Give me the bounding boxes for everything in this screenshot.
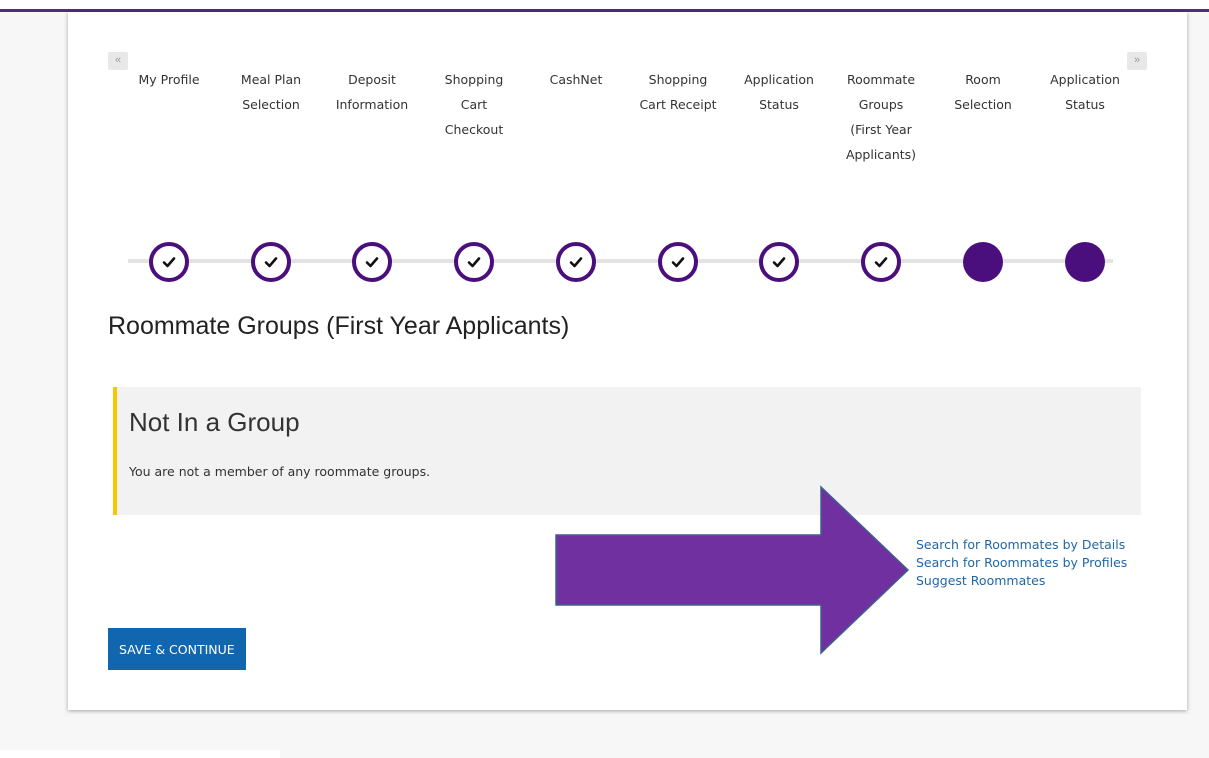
progress-step-label: Room Selection xyxy=(954,72,1012,112)
step-complete-indicator[interactable] xyxy=(556,242,596,282)
bottom-strip xyxy=(0,750,280,758)
step-complete-indicator[interactable] xyxy=(352,242,392,282)
page-title: Roommate Groups (First Year Applicants) xyxy=(108,312,570,340)
step-complete-indicator[interactable] xyxy=(759,242,799,282)
check-icon xyxy=(772,257,786,268)
progress-step-label: Application Status xyxy=(744,72,814,112)
step-complete-indicator[interactable] xyxy=(658,242,698,282)
progress-step-label: Meal Plan Selection xyxy=(240,72,302,112)
progress-step-label: My Profile xyxy=(138,72,200,87)
save-continue-button[interactable]: SAVE & CONTINUE xyxy=(108,628,246,670)
check-icon xyxy=(569,257,583,268)
step-complete-indicator[interactable] xyxy=(454,242,494,282)
right-arrow-annotation-icon xyxy=(555,485,910,655)
step-pending-indicator[interactable] xyxy=(1065,242,1105,282)
check-icon xyxy=(365,257,379,268)
check-icon xyxy=(467,257,481,268)
step-pending-indicator[interactable] xyxy=(963,242,1003,282)
link-search-by-profiles[interactable]: Search for Roommates by Profiles xyxy=(916,554,1127,572)
progress-step-label: CashNet xyxy=(549,72,603,87)
check-icon xyxy=(162,257,176,268)
group-status-message: You are not a member of any roommate gro… xyxy=(129,464,431,479)
progress-step-label: Deposit Information xyxy=(335,72,409,112)
step-complete-indicator[interactable] xyxy=(861,242,901,282)
step-complete-indicator[interactable] xyxy=(149,242,189,282)
link-suggest-roommates[interactable]: Suggest Roommates xyxy=(916,572,1127,590)
main-card: « » My Profile Meal Plan Selection Deposit… xyxy=(68,12,1187,710)
step-complete-indicator[interactable] xyxy=(251,242,291,282)
check-icon xyxy=(874,257,888,268)
progress-step-label: Shopping Cart Receipt xyxy=(639,72,717,112)
progress-step-label: Shopping Cart Checkout xyxy=(444,72,504,137)
progress-step-label: Roommate Groups (First Year Applicants) xyxy=(845,72,917,162)
group-status-title: Not In a Group xyxy=(129,407,300,437)
roommate-search-links: Search for Roommates by Details Search f… xyxy=(916,536,1127,590)
check-icon xyxy=(671,257,685,268)
link-search-by-details[interactable]: Search for Roommates by Details xyxy=(916,536,1127,554)
check-icon xyxy=(264,257,278,268)
progress-step-label: Application Status xyxy=(1050,72,1120,112)
